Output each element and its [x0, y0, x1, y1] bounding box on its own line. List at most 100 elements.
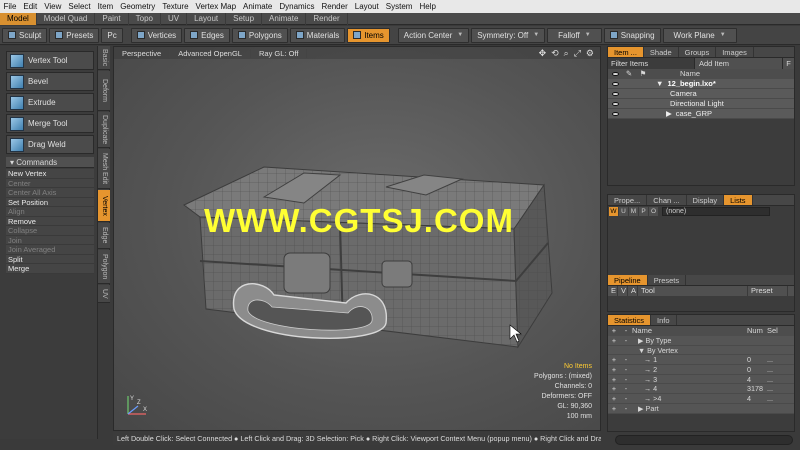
menu-item-edit[interactable]: Edit — [20, 0, 41, 13]
stat-add-button[interactable] — [608, 346, 620, 355]
vtab-uv[interactable]: UV — [98, 285, 110, 303]
stat-remove-button[interactable] — [620, 346, 632, 355]
item-row[interactable]: Directional Light — [608, 99, 794, 109]
menu-item-system[interactable]: System — [382, 0, 416, 13]
stat-remove-button[interactable]: - — [620, 375, 632, 384]
stat-row[interactable]: + - → 4 3178... — [608, 384, 794, 395]
stat-remove-button[interactable]: - — [620, 394, 632, 403]
stat-row[interactable]: + - ▶ By Type — [608, 336, 794, 346]
list-filter-u[interactable]: U — [619, 207, 628, 216]
stat-name-header[interactable]: Name — [632, 326, 747, 336]
stat-row[interactable]: ▼ By Vertex — [608, 345, 794, 356]
menu-item-help[interactable]: Help — [416, 0, 439, 13]
search-input[interactable] — [615, 435, 793, 445]
render-toggle[interactable] — [636, 109, 650, 118]
name-column-header[interactable]: Name — [650, 69, 700, 79]
visibility-icon[interactable] — [608, 79, 622, 88]
vtab-polygon[interactable]: Polygon — [98, 250, 110, 284]
pipeline-tab-0[interactable]: Pipeline — [608, 275, 648, 285]
vertex-tool-button[interactable]: Vertex Tool — [6, 51, 94, 70]
commands-header[interactable]: ▾ Commands — [6, 157, 94, 168]
stat-row[interactable]: + - → 2 0... — [608, 365, 794, 375]
pipeline-col-a[interactable]: A — [628, 286, 638, 296]
command-set-position[interactable]: Set Position — [6, 197, 94, 207]
stat-remove-button[interactable]: - — [620, 355, 632, 364]
props-tab-2[interactable]: Display — [687, 195, 725, 205]
item-row[interactable]: ▼ 12_begin.lxo* — [608, 79, 794, 89]
items-tab-3[interactable]: Images — [716, 47, 754, 57]
menu-item-geometry[interactable]: Geometry — [117, 0, 159, 13]
layout-tab-animate[interactable]: Animate — [262, 12, 307, 25]
sculpt-button[interactable]: Sculpt — [2, 27, 48, 43]
3d-viewport[interactable]: Perspective Advanced OpenGL Ray GL: Off … — [113, 46, 601, 431]
items-button[interactable]: Items — [347, 27, 390, 43]
stat-select-button[interactable]: ... — [767, 384, 787, 393]
pipeline-col-v[interactable]: V — [618, 286, 628, 296]
pipeline-col-tool[interactable]: Tool — [638, 286, 748, 296]
stat-select-button[interactable] — [767, 346, 787, 355]
pc-button[interactable]: Pc — [101, 27, 123, 43]
list-selector[interactable]: (none) — [662, 207, 770, 216]
layout-tab-topo[interactable]: Topo — [129, 12, 161, 25]
extrude-button[interactable]: Extrude — [6, 93, 94, 112]
layout-tab-model-quad[interactable]: Model Quad — [37, 12, 96, 25]
filter-f-button[interactable]: F — [782, 58, 794, 69]
command-split[interactable]: Split — [6, 254, 94, 264]
stat-add-button[interactable]: + — [608, 404, 620, 413]
snapping-button[interactable]: Snapping — [603, 27, 661, 43]
merge-tool-button[interactable]: Merge Tool — [6, 114, 94, 133]
menu-item-select[interactable]: Select — [65, 0, 94, 13]
render-toggle[interactable] — [636, 99, 650, 108]
lock-toggle[interactable] — [622, 89, 636, 98]
stat-remove-button[interactable]: - — [620, 336, 632, 345]
layout-tab-layout[interactable]: Layout — [187, 12, 227, 25]
props-tab-1[interactable]: Chan ... — [647, 195, 687, 205]
stat-add-button[interactable]: + — [608, 394, 620, 403]
menu-item-layout[interactable]: Layout — [351, 0, 382, 13]
props-tab-0[interactable]: Prope... — [608, 195, 648, 205]
menu-item-item[interactable]: Item — [94, 0, 117, 13]
expand-arrow-icon[interactable]: ▼ — [656, 79, 663, 88]
stat-num-header[interactable]: Num — [747, 326, 767, 336]
vtab-basic[interactable]: Basic — [98, 46, 110, 70]
vtab-edge[interactable]: Edge — [98, 223, 110, 249]
stat-sel-header[interactable]: Sel — [767, 326, 787, 336]
stat-add-button[interactable]: + — [608, 375, 620, 384]
command-collapse[interactable]: Collapse — [6, 226, 94, 236]
action-center-dropdown[interactable]: Action Center ▼ — [397, 27, 470, 43]
items-tab-1[interactable]: Shade — [644, 47, 679, 57]
stat-row[interactable]: + - → 3 4... — [608, 374, 794, 385]
command-center-all-axis[interactable]: Center All Axis — [6, 188, 94, 198]
item-row[interactable]: Camera — [608, 89, 794, 99]
layout-tab-render[interactable]: Render — [306, 12, 348, 25]
lock-toggle[interactable] — [622, 79, 636, 88]
edges-button[interactable]: Edges — [184, 27, 230, 43]
vertices-button[interactable]: Vertices — [130, 27, 183, 43]
visibility-icon[interactable] — [608, 109, 622, 118]
command-remove[interactable]: Remove — [6, 216, 94, 226]
vtab-duplicate[interactable]: Duplicate — [98, 112, 110, 148]
falloff-dropdown[interactable]: Falloff ▼ — [547, 27, 602, 43]
stats-tab-0[interactable]: Statistics — [608, 315, 652, 325]
stat-row[interactable]: + - → >4 4... — [608, 394, 794, 404]
stat-select-button[interactable]: ... — [767, 355, 787, 364]
stat-row[interactable]: + - → 1 0... — [608, 355, 794, 366]
command-center[interactable]: Center — [6, 178, 94, 188]
layout-tab-paint[interactable]: Paint — [95, 12, 129, 25]
stat-select-button[interactable]: ... — [767, 375, 787, 384]
render-toggle[interactable] — [636, 79, 650, 88]
work-plane-dropdown[interactable]: Work Plane ▼ — [662, 27, 737, 43]
stat-select-button[interactable]: ... — [767, 365, 787, 374]
stat-remove-button[interactable]: - — [620, 384, 632, 393]
items-tab-0[interactable]: Item ... — [608, 47, 644, 57]
props-tab-3[interactable]: Lists — [724, 195, 753, 205]
materials-button[interactable]: Materials — [289, 27, 346, 43]
command-new-vertex[interactable]: New Vertex — [6, 169, 94, 179]
menu-item-animate[interactable]: Animate — [240, 0, 276, 13]
stat-remove-button[interactable]: - — [620, 365, 632, 374]
list-filter-w[interactable]: W — [609, 207, 618, 216]
layout-tab-uv[interactable]: UV — [161, 12, 188, 25]
lock-toggle[interactable] — [622, 99, 636, 108]
stat-add-button[interactable]: + — [608, 355, 620, 364]
command-join-averaged[interactable]: Join Averaged — [6, 245, 94, 255]
